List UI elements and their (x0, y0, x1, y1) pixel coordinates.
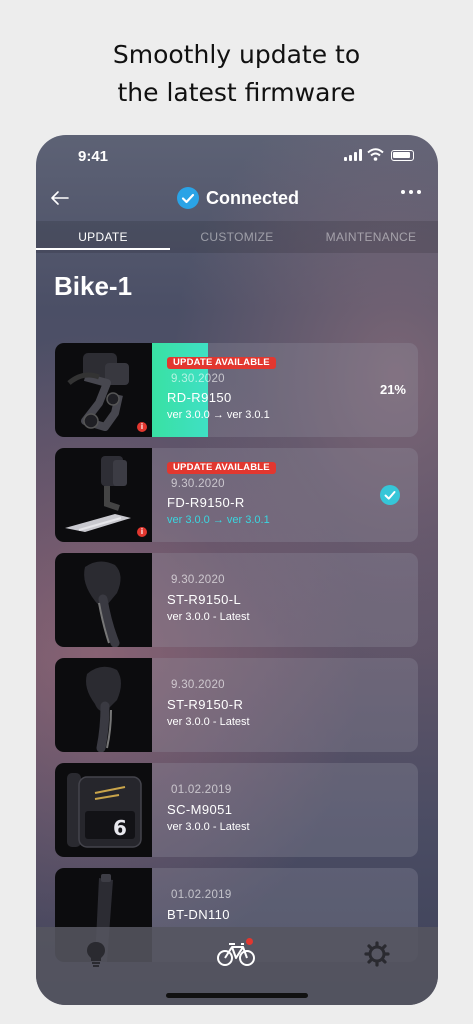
device-date: 01.02.2019 (171, 784, 232, 796)
device-version: ver 3.0.0 - Latest (167, 611, 250, 623)
more-icon[interactable] (398, 186, 424, 198)
tab-update[interactable]: UPDATE (36, 230, 170, 244)
device-date: 9.30.2020 (171, 373, 225, 385)
battery-icon (391, 150, 414, 161)
device-card-st-r9150-l[interactable]: 9.30.2020 ST-R9150-L ver 3.0.0 - Latest (55, 553, 418, 647)
warning-icon: i (137, 422, 147, 432)
device-model: SC-M9051 (167, 802, 233, 817)
update-available-badge: UPDATE AVAILABLE (167, 357, 276, 369)
cellular-signal-icon (344, 149, 362, 161)
device-version: ver 3.0.0 → ver 3.0.1 (167, 409, 270, 421)
gear-icon[interactable] (364, 941, 390, 967)
update-complete-icon (380, 485, 400, 505)
device-card-sc-m9051[interactable]: 6 01.02.2019 SC-M9051 ver 3.0.0 - Latest (55, 763, 418, 857)
svg-text:6: 6 (113, 816, 127, 840)
device-model: BT-DN110 (167, 907, 230, 922)
cycle-computer-image: 6 (55, 763, 152, 857)
progress-percent: 21% (379, 382, 406, 397)
tab-maintenance[interactable]: MAINTENANCE (304, 230, 438, 244)
notification-dot (246, 938, 253, 945)
active-tab-indicator (36, 248, 170, 250)
status-time: 9:41 (78, 148, 109, 165)
bottom-tab-bar (36, 927, 438, 1005)
phone-screen: 9:41 Connected UPDATE CUSTOMIZE MAINTENA… (36, 135, 438, 1005)
page-title: Bike-1 (54, 271, 133, 301)
home-indicator[interactable] (166, 993, 308, 998)
promo-headline: Smoothly update to the latest firmware (0, 36, 473, 112)
wifi-icon (367, 148, 384, 161)
update-available-badge: UPDATE AVAILABLE (167, 462, 276, 474)
device-date: 9.30.2020 (171, 478, 225, 490)
check-circle-icon (177, 187, 199, 209)
device-date: 9.30.2020 (171, 574, 225, 586)
status-bar: 9:41 (36, 135, 438, 179)
headline-line-2: the latest firmware (117, 78, 356, 107)
nav-bar: Connected (36, 179, 438, 221)
warning-icon: i (137, 527, 147, 537)
device-model: FD-R9150-R (167, 495, 245, 510)
device-version: ver 3.0.0 - Latest (167, 821, 250, 833)
shift-lever-left-image (55, 553, 152, 647)
device-model: RD-R9150 (167, 390, 232, 405)
device-card-fd-r9150-r[interactable]: i UPDATE AVAILABLE 9.30.2020 FD-R9150-R … (55, 448, 418, 542)
back-arrow-icon[interactable] (48, 186, 72, 210)
device-card-st-r9150-r[interactable]: 9.30.2020 ST-R9150-R ver 3.0.0 - Latest (55, 658, 418, 752)
headline-line-1: Smoothly update to (112, 40, 361, 69)
device-card-rd-r9150[interactable]: i UPDATE AVAILABLE 9.30.2020 RD-R9150 ve… (55, 343, 418, 437)
tab-customize[interactable]: CUSTOMIZE (170, 230, 304, 244)
shift-lever-right-image (55, 658, 152, 752)
device-date: 9.30.2020 (171, 679, 225, 691)
device-version: ver 3.0.0 - Latest (167, 716, 250, 728)
device-model: ST-R9150-R (167, 697, 244, 712)
device-version: ver 3.0.0 → ver 3.0.1 (167, 514, 270, 526)
device-date: 01.02.2019 (171, 889, 232, 901)
connection-status: Connected (206, 188, 300, 208)
device-model: ST-R9150-L (167, 592, 242, 607)
lightbulb-icon[interactable] (86, 941, 106, 967)
